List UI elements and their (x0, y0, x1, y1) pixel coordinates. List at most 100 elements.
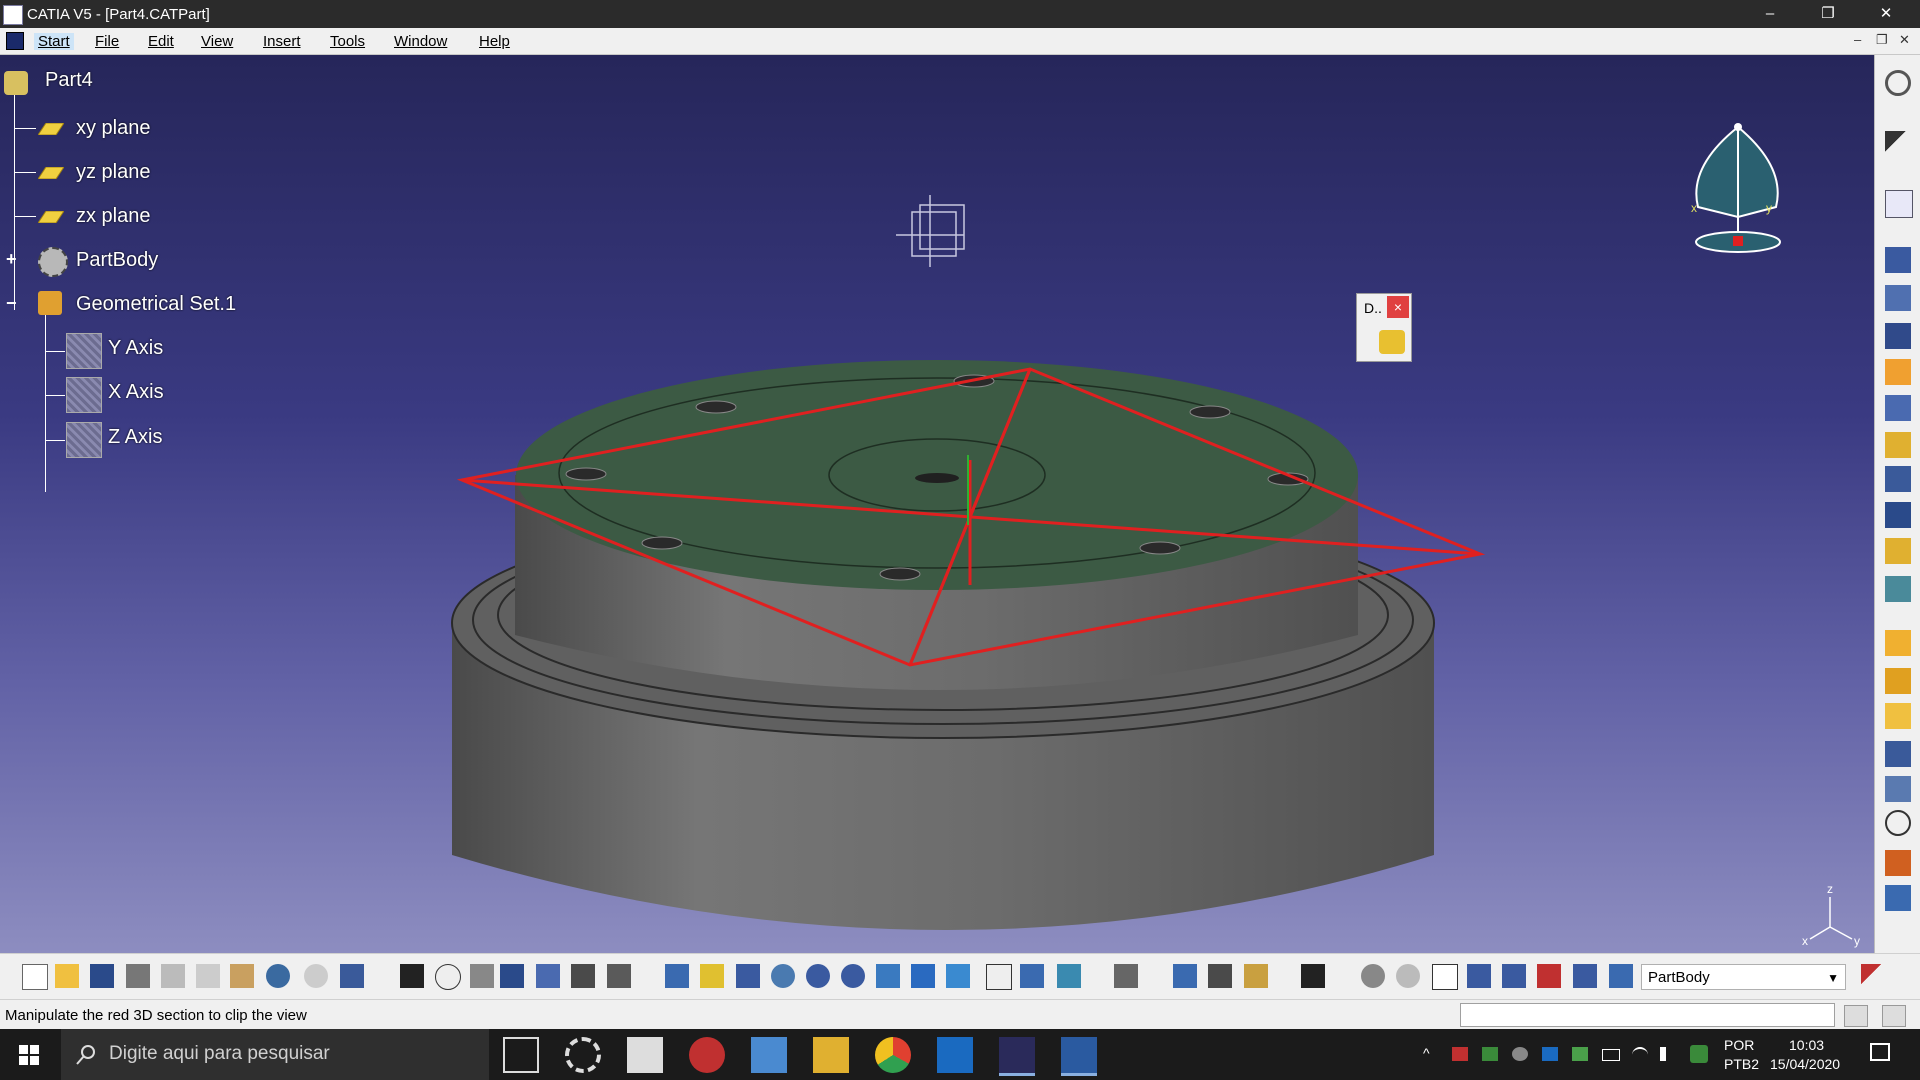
stiffener-icon[interactable] (1885, 502, 1911, 528)
menu-view[interactable]: View (201, 33, 233, 50)
menu-insert[interactable]: Insert (263, 33, 301, 50)
fit-all-icon[interactable] (700, 964, 724, 988)
undo-icon[interactable] (266, 964, 290, 988)
tray-app-icon[interactable] (1512, 1047, 1528, 1061)
3d-viewport[interactable]: x y z x y Part4 xy plane yz plane zx pla… (0, 55, 1874, 953)
loft-icon[interactable] (1885, 538, 1911, 564)
constraint-icon[interactable] (1573, 964, 1597, 988)
sketch-analysis-icon[interactable] (1537, 964, 1561, 988)
shaft-icon[interactable] (1885, 323, 1911, 349)
menu-window[interactable]: Window (394, 33, 447, 50)
print-icon[interactable] (126, 964, 150, 988)
axis-system-icon[interactable] (1432, 964, 1458, 990)
remove-loft-icon[interactable] (1885, 576, 1911, 602)
hand-icon[interactable] (1379, 330, 1405, 354)
sketch-icon[interactable] (1885, 190, 1913, 218)
word-icon[interactable] (1061, 1037, 1097, 1076)
graph-icon[interactable] (536, 964, 560, 988)
security-shield-icon[interactable] (1690, 1045, 1708, 1063)
status-button[interactable] (1844, 1005, 1868, 1027)
body-selector-combo[interactable]: PartBody ▼ (1641, 964, 1846, 990)
notification-icon[interactable] (1870, 1043, 1890, 1061)
tree-item-x-axis[interactable]: X Axis (108, 381, 164, 404)
comment-icon[interactable] (435, 964, 461, 990)
menu-file[interactable]: File (95, 33, 119, 50)
snip-tool-icon[interactable] (689, 1037, 725, 1073)
catia-taskbar-icon[interactable] (999, 1037, 1035, 1076)
multi-view-icon[interactable] (911, 964, 935, 988)
battery-icon[interactable] (1602, 1049, 1620, 1061)
rotate-icon[interactable] (771, 964, 795, 988)
mdi-minimize-button[interactable]: – (1854, 32, 1861, 47)
measure-inertia-icon[interactable] (1244, 964, 1268, 988)
snap-icon[interactable] (1467, 964, 1491, 988)
cut-icon[interactable] (161, 964, 185, 988)
help-icon[interactable] (986, 964, 1012, 990)
volume-icon[interactable] (1660, 1047, 1676, 1061)
grid-icon[interactable] (1502, 964, 1526, 988)
tree-item-geometrical-set[interactable]: Geometrical Set.1 (76, 293, 236, 316)
tray-app-icon[interactable] (1482, 1047, 1498, 1061)
part-render[interactable]: x y z x y (0, 55, 1874, 953)
shell-icon[interactable] (1885, 741, 1911, 767)
paste-icon[interactable] (230, 964, 254, 988)
tree-item-zx-plane[interactable]: zx plane (76, 205, 151, 228)
update-icon[interactable] (1361, 964, 1385, 988)
taskbar-search[interactable]: Digite aqui para pesquisar (61, 1029, 489, 1080)
restore-button[interactable]: ❐ (1805, 0, 1851, 28)
knowledge-icon[interactable] (607, 964, 631, 988)
pad-icon[interactable] (1885, 247, 1911, 273)
tray-date[interactable]: 15/04/2020 (1770, 1056, 1840, 1072)
minimize-button[interactable]: – (1747, 0, 1793, 28)
control-panel-icon[interactable] (751, 1037, 787, 1073)
tree-label-part4[interactable]: Part4 (45, 69, 93, 92)
iso-view-icon[interactable] (946, 964, 970, 988)
task-view-icon[interactable] (503, 1037, 539, 1073)
command-input[interactable] (1460, 1003, 1835, 1027)
dialog-close-button[interactable]: × (1387, 296, 1409, 318)
menu-help[interactable]: Help (479, 33, 510, 50)
pan-icon[interactable] (736, 964, 760, 988)
catalog-icon[interactable] (571, 964, 595, 988)
file-explorer-icon[interactable] (813, 1037, 849, 1073)
save-icon[interactable] (90, 964, 114, 988)
zoom-out-icon[interactable] (841, 964, 865, 988)
close-button[interactable]: ✕ (1863, 0, 1909, 28)
slot-icon[interactable] (1885, 466, 1911, 492)
copy-icon[interactable] (196, 964, 220, 988)
tree-item-xy-plane[interactable]: xy plane (76, 117, 151, 140)
tree-item-yz-plane[interactable]: yz plane (76, 161, 151, 184)
calculator-icon[interactable] (627, 1037, 663, 1073)
tray-app-icon[interactable] (1572, 1047, 1588, 1061)
status-button[interactable] (1882, 1005, 1906, 1027)
measure-item-icon[interactable] (1208, 964, 1232, 988)
tray-app-icon[interactable] (1452, 1047, 1468, 1061)
tray-time[interactable]: 10:03 (1789, 1037, 1824, 1053)
measure-icon[interactable] (1885, 885, 1911, 911)
tree-item-y-axis[interactable]: Y Axis (108, 337, 163, 360)
tray-chevron-up-icon[interactable]: ^ (1423, 1045, 1430, 1061)
mirror-icon[interactable] (1885, 810, 1911, 836)
measure-between-icon[interactable] (1173, 964, 1197, 988)
hide-show-icon[interactable] (1057, 964, 1081, 988)
zoom-in-icon[interactable] (806, 964, 830, 988)
new-document-icon[interactable] (22, 964, 48, 990)
tray-keyboard-layout[interactable]: PTB2 (1724, 1056, 1759, 1072)
menu-edit[interactable]: Edit (148, 33, 174, 50)
rib-icon[interactable] (1885, 432, 1911, 458)
expand-icon[interactable]: + (6, 250, 22, 268)
groove-icon[interactable] (1885, 359, 1911, 385)
collapse-icon[interactable]: − (6, 294, 22, 312)
mdi-restore-button[interactable]: ❐ (1876, 32, 1888, 48)
link-icon[interactable] (470, 964, 494, 988)
redo-icon[interactable] (304, 964, 328, 988)
normal-view-icon[interactable] (876, 964, 900, 988)
open-icon[interactable] (55, 964, 79, 988)
swap-space-icon[interactable] (1114, 964, 1138, 988)
chamfer-icon[interactable] (1885, 668, 1911, 694)
table-icon[interactable] (500, 964, 524, 988)
formula-icon[interactable] (400, 964, 424, 988)
whats-this-icon[interactable] (340, 964, 364, 988)
globe-icon[interactable] (1396, 964, 1420, 988)
split-icon[interactable] (1885, 850, 1911, 876)
